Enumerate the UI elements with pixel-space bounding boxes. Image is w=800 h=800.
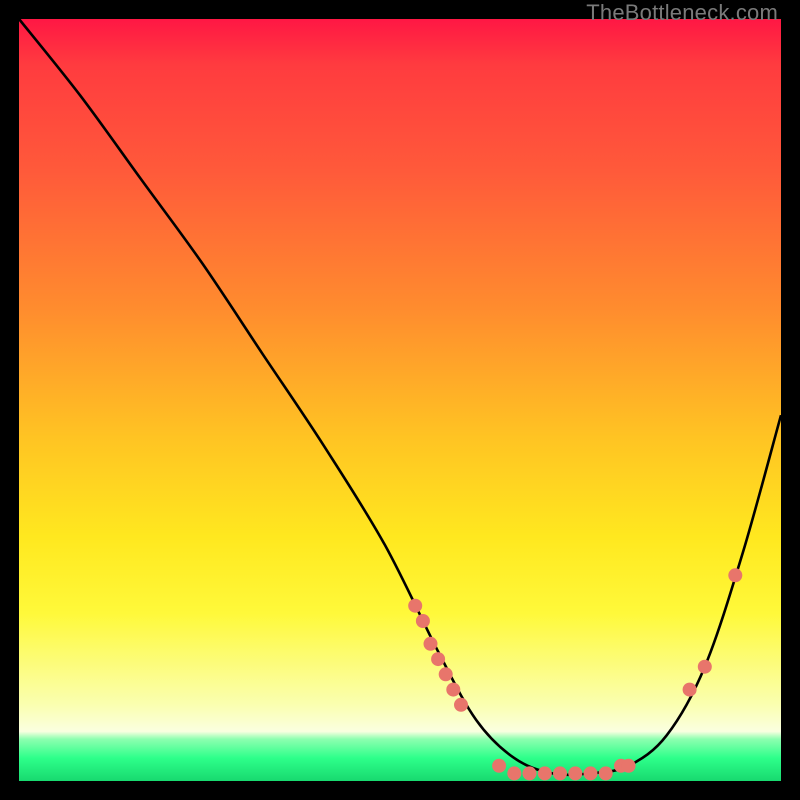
curve-marker	[622, 759, 636, 773]
curve-marker	[446, 683, 460, 697]
bottleneck-curve	[19, 19, 781, 775]
curve-marker	[439, 667, 453, 681]
attribution-text: TheBottleneck.com	[586, 0, 778, 26]
bottleneck-chart-svg	[19, 19, 781, 781]
curve-marker	[507, 766, 521, 780]
chart-plot-area	[19, 19, 781, 781]
curve-marker	[683, 683, 697, 697]
curve-marker	[492, 759, 506, 773]
curve-marker	[538, 766, 552, 780]
curve-marker	[431, 652, 445, 666]
curve-marker	[408, 599, 422, 613]
curve-markers	[408, 568, 742, 780]
curve-marker	[424, 637, 438, 651]
curve-marker	[698, 660, 712, 674]
curve-marker	[584, 766, 598, 780]
curve-marker	[568, 766, 582, 780]
curve-marker	[416, 614, 430, 628]
curve-marker	[454, 698, 468, 712]
curve-marker	[553, 766, 567, 780]
curve-marker	[728, 568, 742, 582]
curve-marker	[599, 766, 613, 780]
curve-marker	[523, 766, 537, 780]
